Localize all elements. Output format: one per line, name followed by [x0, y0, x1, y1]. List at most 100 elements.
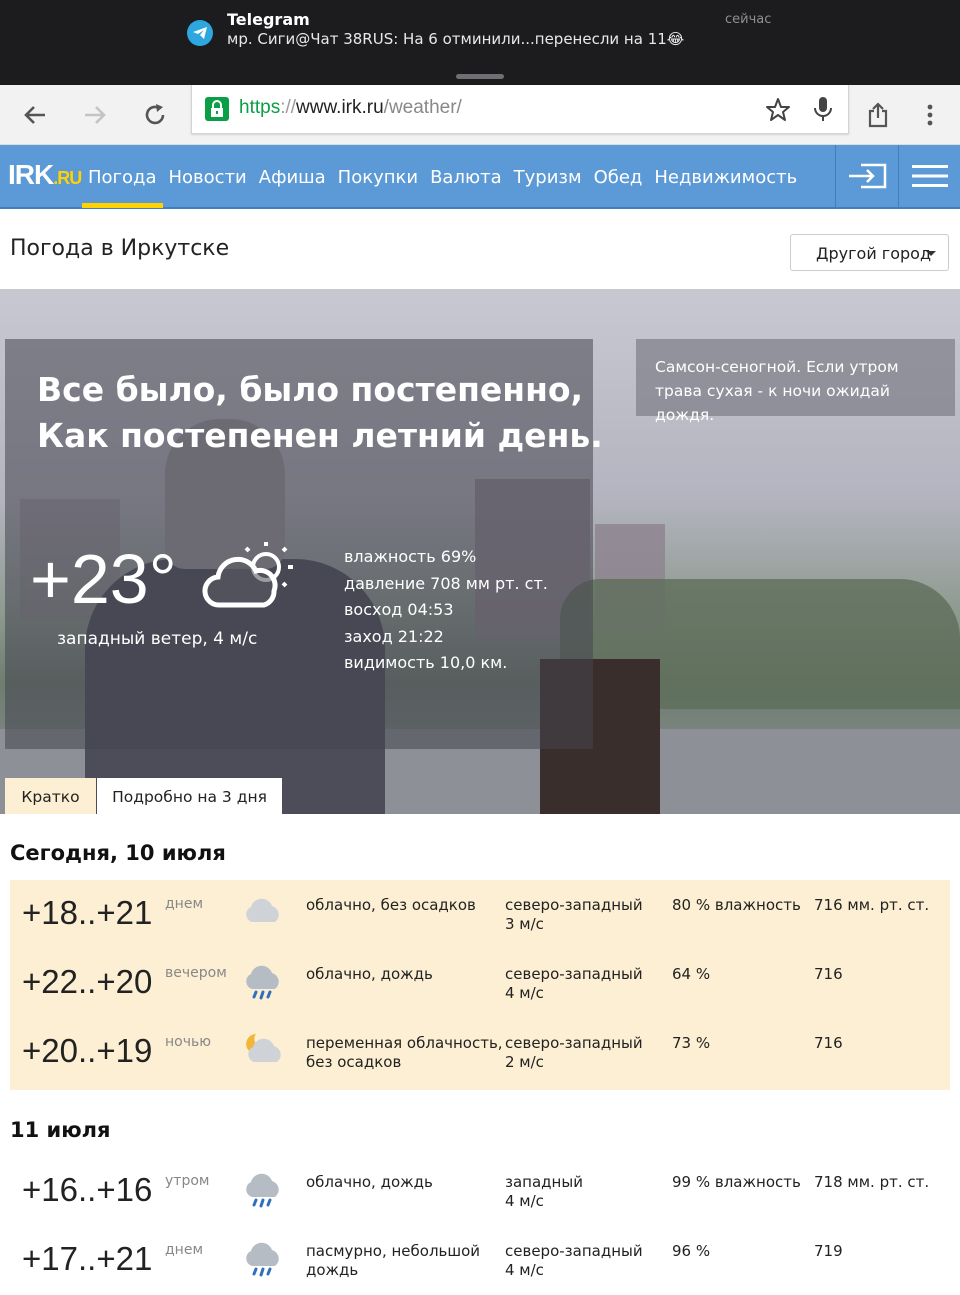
row-description-line-1: пасмурно, небольшой	[306, 1242, 481, 1260]
row-pressure: 716	[814, 1034, 843, 1052]
cloud-rain-icon	[242, 1171, 284, 1215]
row-wind-direction: северо-западный	[505, 965, 643, 983]
url-separator: ://	[280, 97, 297, 118]
cloud-rain-icon	[242, 963, 284, 1007]
menu-item-weather[interactable]: Погода	[82, 145, 163, 208]
chevron-down-icon	[926, 251, 936, 256]
notification-app-name: Telegram	[227, 10, 310, 29]
row-wind-direction: северо-западный	[505, 896, 643, 914]
row-wind: западный 4 м/с	[505, 1173, 583, 1211]
notification-handle[interactable]	[456, 74, 504, 79]
row-description-line-1: облачно, дождь	[306, 1173, 433, 1191]
row-wind: северо-западный 4 м/с	[505, 965, 643, 1003]
weather-hero: Все было, было постепенно, Как постепене…	[0, 289, 960, 814]
lock-icon	[205, 97, 229, 121]
microphone-icon[interactable]	[812, 95, 834, 127]
url-text[interactable]: https://www.irk.ru/weather/	[239, 97, 462, 119]
row-temperature: +22..+20	[22, 963, 153, 1000]
quote-line-2: Как постепенен летний день.	[37, 416, 603, 455]
stat-humidity: влажность 69%	[344, 547, 477, 566]
row-period: днем	[165, 896, 204, 912]
url-path: /weather/	[383, 97, 462, 118]
folk-omen: Самсон-сеногной. Если утром трава сухая …	[636, 339, 955, 424]
forward-icon[interactable]	[77, 97, 113, 133]
current-wind: западный ветер, 4 м/с	[57, 629, 258, 649]
tab-detailed-3-days[interactable]: Подробно на 3 дня	[97, 778, 282, 814]
moon-cloud-icon	[242, 1032, 284, 1070]
quote-line-1: Все было, было постепенно,	[37, 370, 584, 409]
tab-short[interactable]: Кратко	[5, 778, 96, 814]
url-protocol: https	[239, 97, 281, 118]
menu-item-tourism[interactable]: Туризм	[508, 145, 588, 207]
row-wind-speed: 4 м/с	[505, 1192, 544, 1210]
logo-ru: .RU	[53, 168, 82, 188]
row-wind-speed: 4 м/с	[505, 984, 544, 1002]
hamburger-menu-icon[interactable]	[898, 145, 960, 207]
row-description: переменная облачность, без осадков	[306, 1034, 503, 1072]
row-pressure: 719	[814, 1242, 843, 1260]
share-icon[interactable]	[860, 97, 896, 133]
row-humidity: 80 % влажность	[672, 896, 801, 914]
telegram-notification[interactable]: Telegram мр. Сиги@Чат 38RUS: На 6 отмини…	[0, 0, 960, 85]
telegram-icon	[187, 20, 213, 46]
row-wind: северо-западный 3 м/с	[505, 896, 643, 934]
row-wind-speed: 2 м/с	[505, 1053, 544, 1071]
stat-visibility: видимость 10,0 км.	[344, 653, 508, 672]
stat-sunset: заход 21:22	[344, 626, 444, 646]
stat-sunrise: восход 04:53	[344, 600, 454, 619]
address-bar[interactable]: https://www.irk.ru/weather/	[191, 85, 849, 134]
reload-icon[interactable]	[137, 97, 173, 133]
row-description-line-1: переменная облачность,	[306, 1034, 503, 1052]
next-day-forecast: +16..+16 утром облачно, дождь западный 4 …	[10, 1157, 950, 1280]
row-description-line-1: облачно, без осадков	[306, 896, 476, 914]
forecast-row: +20..+19 ночью переменная облачность, без…	[10, 1018, 950, 1087]
login-icon[interactable]	[835, 145, 897, 207]
row-description: облачно, дождь	[306, 1173, 433, 1192]
quote-text: Все было, было постепенно, Как постепене…	[37, 367, 603, 459]
url-host: www.irk.ru	[296, 97, 384, 118]
forecast-row: +22..+20 вечером облачно, дождь северо-з…	[10, 949, 950, 1018]
row-description: облачно, дождь	[306, 965, 433, 984]
menu-item-shopping[interactable]: Покупки	[332, 145, 424, 207]
other-city-dropdown[interactable]: Другой город	[790, 234, 949, 271]
row-temperature: +18..+21	[22, 894, 153, 931]
main-menu: Погода Новости Афиша Покупки Валюта Тури…	[82, 145, 803, 208]
menu-item-currency[interactable]: Валюта	[424, 145, 508, 207]
row-pressure: 716	[814, 965, 843, 983]
forecast-row: +17..+21 днем пасмурно, небольшой дождь с…	[10, 1226, 950, 1295]
cloud-icon	[242, 894, 284, 932]
irk-logo[interactable]: IRK.RU	[8, 159, 82, 191]
row-humidity: 73 %	[672, 1034, 711, 1052]
bookmark-star-icon[interactable]	[765, 97, 791, 127]
row-period: ночью	[165, 1034, 212, 1050]
stat-pressure: давление 708 мм рт. ст.	[344, 573, 548, 593]
menu-item-lunch[interactable]: Обед	[588, 145, 649, 207]
other-city-label: Другой город	[816, 244, 932, 263]
menu-item-news[interactable]: Новости	[163, 145, 253, 207]
forecast-row: +18..+21 днем облачно, без осадков север…	[10, 880, 950, 949]
today-heading: Сегодня, 10 июля	[10, 841, 226, 865]
row-wind-speed: 4 м/с	[505, 1261, 544, 1279]
row-wind-direction: северо-западный	[505, 1242, 643, 1260]
current-temperature: +23°	[30, 540, 177, 618]
partly-cloudy-icon	[200, 541, 300, 617]
row-description-line-1: облачно, дождь	[306, 965, 433, 983]
logo-main: IRK	[8, 159, 54, 190]
row-pressure: 716 мм. рт. ст.	[814, 896, 930, 914]
row-description-line-2: без осадков	[306, 1053, 402, 1071]
row-wind-direction: западный	[505, 1173, 583, 1191]
row-temperature: +17..+21	[22, 1240, 153, 1277]
forecast-row: +16..+16 утром облачно, дождь западный 4 …	[10, 1157, 950, 1226]
cloud-rain-icon	[242, 1240, 284, 1284]
row-pressure: 718 мм. рт. ст.	[814, 1173, 930, 1191]
current-stats: влажность 69% давление 708 мм рт. ст. во…	[344, 544, 548, 677]
row-description: пасмурно, небольшой дождь	[306, 1242, 480, 1280]
back-icon[interactable]	[17, 97, 53, 133]
page-title: Погода в Иркутске	[10, 236, 230, 261]
menu-item-realty[interactable]: Недвижимость	[648, 145, 803, 207]
row-temperature: +20..+19	[22, 1032, 153, 1069]
row-wind: северо-западный 2 м/с	[505, 1034, 643, 1072]
row-period: вечером	[165, 965, 227, 981]
more-menu-icon[interactable]	[912, 97, 948, 133]
menu-item-afisha[interactable]: Афиша	[253, 145, 332, 207]
